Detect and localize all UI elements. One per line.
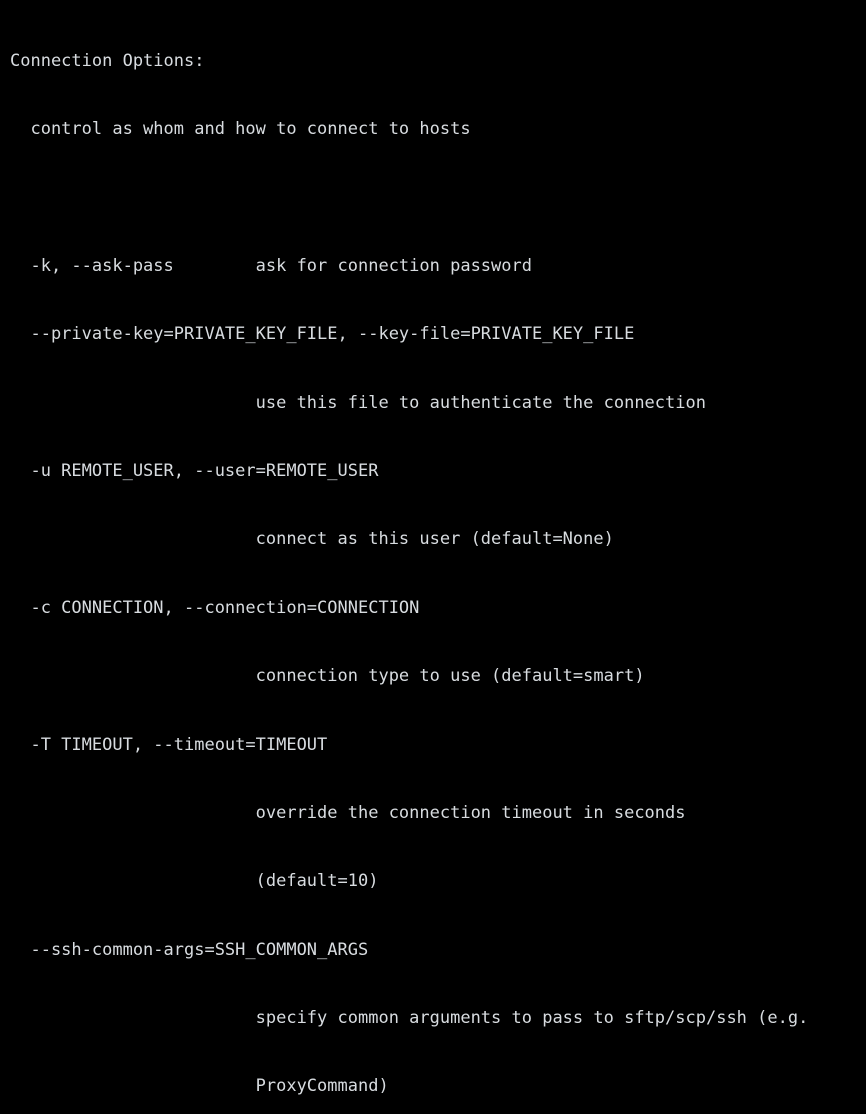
terminal-line: -u REMOTE_USER, --user=REMOTE_USER bbox=[10, 460, 379, 481]
terminal-line: -k, --ask-pass ask for connection passwo… bbox=[10, 255, 532, 276]
terminal-output[interactable]: Connection Options: control as whom and … bbox=[10, 4, 866, 1114]
terminal-line: --private-key=PRIVATE_KEY_FILE, --key-fi… bbox=[10, 324, 635, 345]
terminal-line: (default=10) bbox=[10, 871, 379, 892]
terminal-line: ProxyCommand) bbox=[10, 1076, 389, 1097]
terminal-window[interactable]: Connection Options: control as whom and … bbox=[0, 0, 866, 1096]
terminal-line: Connection Options: bbox=[10, 50, 205, 71]
terminal-line: override the connection timeout in secon… bbox=[10, 802, 686, 823]
terminal-line: -T TIMEOUT, --timeout=TIMEOUT bbox=[10, 734, 328, 755]
terminal-line: --ssh-common-args=SSH_COMMON_ARGS bbox=[10, 939, 369, 960]
terminal-line: connection type to use (default=smart) bbox=[10, 666, 645, 687]
terminal-line: control as whom and how to connect to ho… bbox=[10, 118, 471, 139]
terminal-line: specify common arguments to pass to sftp… bbox=[10, 1008, 809, 1029]
terminal-line: connect as this user (default=None) bbox=[10, 529, 614, 550]
terminal-line: -c CONNECTION, --connection=CONNECTION bbox=[10, 597, 420, 618]
terminal-line: use this file to authenticate the connec… bbox=[10, 392, 706, 413]
